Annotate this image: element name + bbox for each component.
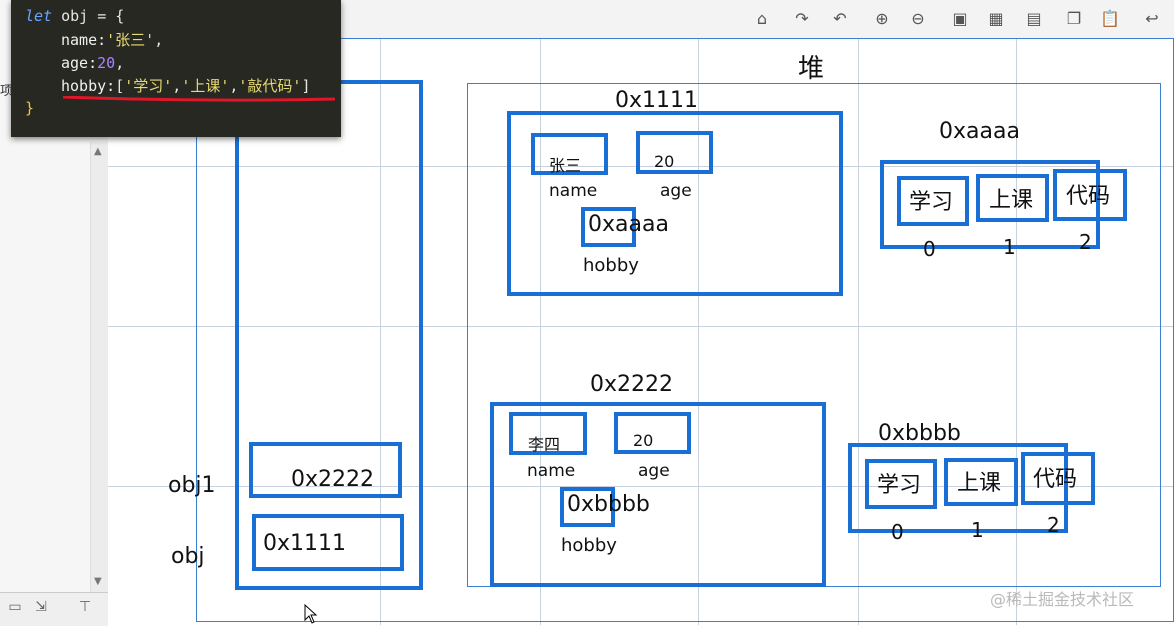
zoom-out-icon[interactable]: ⊖ <box>908 9 928 29</box>
code-hobby-item-1: '学习' <box>124 77 173 95</box>
array1-index-0: 0 <box>923 237 936 261</box>
lock-icon[interactable]: ▣ <box>950 9 970 29</box>
scroll-up-icon[interactable]: ▲ <box>94 146 102 157</box>
code-name-prop: name: <box>61 31 107 49</box>
object1-name-value: 张三 <box>549 156 582 175</box>
code-age-prop: age: <box>61 54 98 72</box>
array1-item-0-text: 学习 <box>909 190 954 215</box>
object2-hobby-value: 0xbbbb <box>567 492 650 517</box>
home-icon[interactable]: ⌂ <box>752 9 772 29</box>
redo-icon[interactable]: ↷ <box>792 9 812 29</box>
scroll-down-icon[interactable]: ▼ <box>94 576 102 587</box>
code-obj-declaration: obj = { <box>52 7 125 25</box>
code-hobby-prop: hobby: <box>61 77 116 95</box>
code-keyword-let: let <box>25 7 53 25</box>
array2-item-2-text: 代码 <box>1033 467 1078 492</box>
grid-settings-icon[interactable]: ▤ <box>1024 9 1044 29</box>
obj1-value: 0x2222 <box>291 467 375 492</box>
undo-icon[interactable]: ↶ <box>830 9 850 29</box>
code-hobby-item-2: '上课' <box>181 77 230 95</box>
array2-index-2: 2 <box>1047 513 1060 537</box>
code-popup: let obj = { name:'张三', age:20, hobby:['学… <box>11 0 341 137</box>
array1-item-2-text: 代码 <box>1066 184 1111 209</box>
code-bracket-close: ] <box>301 77 311 95</box>
code-line-3: age:20, <box>61 52 124 75</box>
heap-title: 堆 <box>798 54 825 84</box>
array2-index-0: 0 <box>891 520 904 544</box>
object2-name-key: name <box>527 461 576 481</box>
object2-age-value: 20 <box>633 431 654 450</box>
array1-address: 0xaaaa <box>939 119 1020 144</box>
code-line-5: } <box>25 99 35 117</box>
left-bottom-bar: ▭ ⇲ ⊤ <box>0 592 108 626</box>
obj-label: obj <box>171 544 205 569</box>
array1-index-1: 1 <box>1003 235 1016 259</box>
red-underline <box>63 96 335 102</box>
code-comma: , <box>154 31 164 49</box>
object2-hobby-key: hobby <box>561 535 617 556</box>
object2-name-value: 李四 <box>528 435 561 454</box>
panel-icon[interactable]: ▭ <box>4 599 26 619</box>
obj1-label: obj1 <box>168 473 216 498</box>
array1-index-2: 2 <box>1079 230 1092 254</box>
copy-icon[interactable]: ❐ <box>1064 9 1084 29</box>
object1-age-value: 20 <box>654 152 675 171</box>
object1-hobby-key: hobby <box>583 255 639 276</box>
object1-name-key: name <box>549 181 598 201</box>
obj-value: 0x1111 <box>263 531 347 556</box>
paste-icon[interactable]: 📋 <box>1100 9 1120 29</box>
back-icon[interactable]: ↩ <box>1142 9 1162 29</box>
array2-item-1-text: 上课 <box>957 471 1002 496</box>
mouse-cursor-icon <box>304 604 318 624</box>
object1-hobby-value: 0xaaaa <box>588 212 669 237</box>
pin-icon[interactable]: ⊤ <box>74 599 96 619</box>
code-comma: , <box>115 54 125 72</box>
object1-address: 0x1111 <box>615 88 699 113</box>
code-hobby-item-3: '敲代码' <box>238 77 302 95</box>
zoom-in-icon[interactable]: ⊕ <box>872 9 892 29</box>
array2-index-1: 1 <box>971 518 984 542</box>
grid-icon[interactable]: ▦ <box>986 9 1006 29</box>
move-icon[interactable]: ⇲ <box>30 599 52 619</box>
left-scrollbar[interactable]: ▲ ▼ <box>90 142 108 592</box>
code-bracket-open: [ <box>115 77 125 95</box>
code-name-value: '张三' <box>106 31 155 49</box>
object1-age-cell[interactable] <box>636 131 713 174</box>
code-line-2: name:'张三', <box>61 29 163 52</box>
code-line-4: hobby:['学习','上课','敲代码'] <box>61 77 311 95</box>
object1-age-key: age <box>660 181 692 201</box>
object2-age-key: age <box>638 461 670 481</box>
watermark: @稀土掘金技术社区 <box>990 590 1135 609</box>
code-age-value: 20 <box>97 54 116 72</box>
code-line-1: let obj = { <box>25 5 124 28</box>
array1-item-1-text: 上课 <box>989 188 1034 213</box>
object2-address: 0x2222 <box>590 372 674 397</box>
array2-item-0-text: 学习 <box>877 473 922 498</box>
